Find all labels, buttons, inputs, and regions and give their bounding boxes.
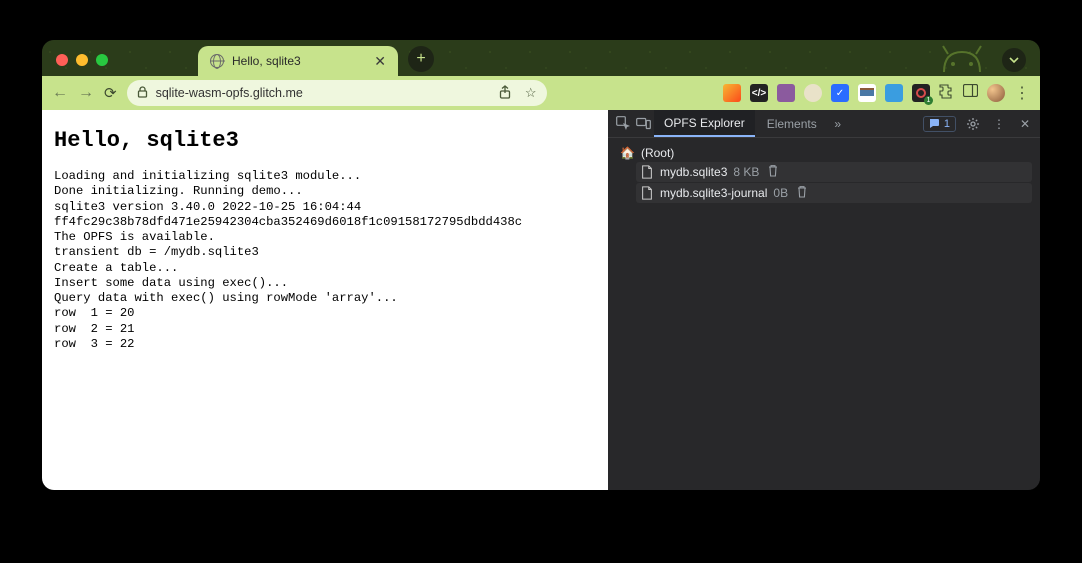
browser-tab[interactable]: Hello, sqlite3 ✕ bbox=[198, 46, 398, 76]
tree-file-row[interactable]: mydb.sqlite3 8 KB bbox=[636, 162, 1032, 182]
device-toolbar-icon[interactable] bbox=[634, 115, 652, 133]
url-text: sqlite-wasm-opfs.glitch.me bbox=[156, 86, 485, 100]
devtools-tab-elements[interactable]: Elements bbox=[757, 110, 827, 137]
page-content: Hello, sqlite3 Loading and initializing … bbox=[42, 110, 608, 490]
tree-root[interactable]: 🏠 (Root) bbox=[616, 144, 1032, 162]
tab-strip: Hello, sqlite3 ✕ + bbox=[42, 40, 1040, 76]
tab-search-button[interactable] bbox=[1002, 48, 1026, 72]
devtools-close-icon[interactable]: ✕ bbox=[1016, 115, 1034, 133]
share-icon[interactable] bbox=[499, 85, 511, 102]
delete-file-icon[interactable] bbox=[767, 164, 779, 180]
tree-root-label: (Root) bbox=[641, 146, 674, 160]
window-controls bbox=[56, 54, 108, 76]
extensions-menu-icon[interactable] bbox=[939, 84, 954, 103]
back-button[interactable]: ← bbox=[52, 84, 68, 102]
window-minimize-button[interactable] bbox=[76, 54, 88, 66]
address-bar[interactable]: sqlite-wasm-opfs.glitch.me ☆ bbox=[127, 80, 547, 106]
extension-icon[interactable] bbox=[723, 84, 741, 102]
chrome-menu-button[interactable]: ⋮ bbox=[1014, 83, 1030, 103]
devtools-panel: OPFS Explorer Elements » 1 ⋮ ✕ bbox=[608, 110, 1040, 490]
extensions-row: </> ✓ 1 ⋮ bbox=[723, 83, 1030, 103]
android-peek-icon bbox=[938, 42, 986, 72]
profile-avatar[interactable] bbox=[987, 84, 1005, 102]
devtools-tab-opfs[interactable]: OPFS Explorer bbox=[654, 110, 755, 137]
browser-window: Hello, sqlite3 ✕ + ← → ⟳ sqlite-wasm-opf… bbox=[42, 40, 1040, 490]
window-zoom-button[interactable] bbox=[96, 54, 108, 66]
extension-icon[interactable]: 1 bbox=[912, 84, 930, 102]
extension-icon[interactable] bbox=[777, 84, 795, 102]
devtools-menu-icon[interactable]: ⋮ bbox=[990, 115, 1008, 133]
more-tabs-icon[interactable]: » bbox=[829, 115, 847, 133]
page-heading: Hello, sqlite3 bbox=[54, 128, 596, 153]
extension-icon[interactable]: ✓ bbox=[831, 84, 849, 102]
extension-icon[interactable]: </> bbox=[750, 84, 768, 102]
globe-icon bbox=[210, 54, 224, 68]
devtools-settings-icon[interactable] bbox=[964, 115, 982, 133]
home-icon: 🏠 bbox=[620, 146, 635, 160]
nav-arrows: ← → bbox=[52, 84, 94, 102]
file-icon bbox=[640, 186, 654, 200]
reload-button[interactable]: ⟳ bbox=[104, 84, 117, 102]
devtools-tab-bar: OPFS Explorer Elements » 1 ⋮ ✕ bbox=[608, 110, 1040, 138]
extension-icon[interactable] bbox=[885, 84, 903, 102]
inspect-element-icon[interactable] bbox=[614, 115, 632, 133]
content-row: Hello, sqlite3 Loading and initializing … bbox=[42, 110, 1040, 490]
issues-badge[interactable]: 1 bbox=[923, 116, 956, 132]
delete-file-icon[interactable] bbox=[796, 185, 808, 201]
tab-close-button[interactable]: ✕ bbox=[374, 53, 386, 70]
tree-file-name: mydb.sqlite3 bbox=[660, 165, 727, 179]
tree-file-row[interactable]: mydb.sqlite3-journal 0B bbox=[636, 183, 1032, 203]
file-icon bbox=[640, 165, 654, 179]
tab-title: Hello, sqlite3 bbox=[232, 54, 301, 68]
lock-icon bbox=[137, 86, 148, 101]
new-tab-button[interactable]: + bbox=[408, 46, 434, 72]
opfs-tree: 🏠 (Root) mydb.sqlite3 8 KB mydb.sqlite3-… bbox=[608, 138, 1040, 210]
tree-file-size: 0B bbox=[773, 186, 788, 200]
extension-icon[interactable] bbox=[804, 84, 822, 102]
tree-file-name: mydb.sqlite3-journal bbox=[660, 186, 767, 200]
extension-icon[interactable] bbox=[858, 84, 876, 102]
page-log: Loading and initializing sqlite3 module.… bbox=[54, 169, 596, 352]
bookmark-star-icon[interactable]: ☆ bbox=[525, 85, 537, 101]
side-panel-icon[interactable] bbox=[963, 84, 978, 102]
window-close-button[interactable] bbox=[56, 54, 68, 66]
forward-button[interactable]: → bbox=[78, 84, 94, 102]
tree-file-size: 8 KB bbox=[733, 165, 759, 179]
browser-toolbar: ← → ⟳ sqlite-wasm-opfs.glitch.me ☆ </> ✓ bbox=[42, 76, 1040, 110]
